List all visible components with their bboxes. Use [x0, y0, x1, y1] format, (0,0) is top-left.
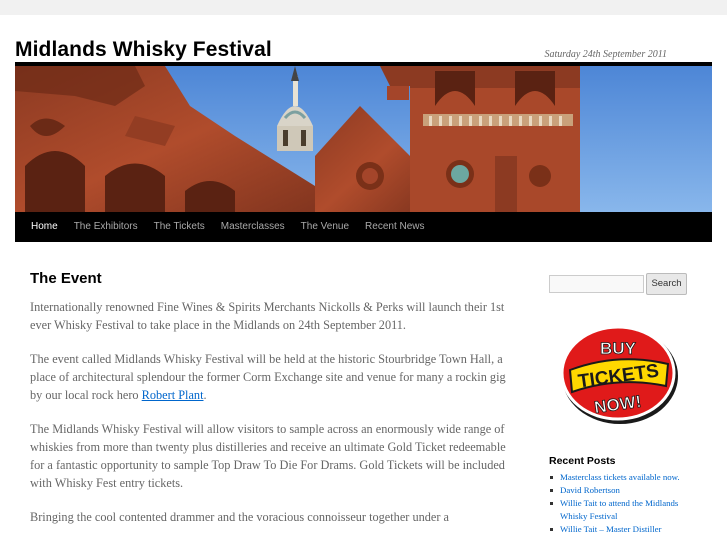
robert-plant-link[interactable]: Robert Plant	[142, 388, 204, 402]
nav-item-tickets[interactable]: The Tickets	[146, 212, 213, 242]
article-heading: The Event	[30, 270, 102, 287]
article-paragraph: The event called Midlands Whisky Festiva…	[30, 350, 515, 404]
buy-text: BUY	[600, 339, 637, 358]
buy-tickets-badge[interactable]: BUY TICKETS NOW!	[556, 322, 684, 426]
article-paragraph: The Midlands Whisky Festival will allow …	[30, 422, 506, 490]
nav-item-exhibitors[interactable]: The Exhibitors	[66, 212, 146, 242]
article-text: The event called Midlands Whisky Festiva…	[30, 352, 506, 402]
nav-item-home[interactable]: Home	[23, 212, 66, 242]
article-paragraph: Bringing the cool contented drammer and …	[30, 510, 449, 524]
town-hall-photo	[15, 66, 712, 216]
recent-post-link[interactable]: Willie Tait to attend the Midlands Whisk…	[549, 497, 699, 523]
site-title[interactable]: Midlands Whisky Festival	[15, 38, 272, 62]
nav-item-recent-news[interactable]: Recent News	[357, 212, 432, 242]
article-text: .	[203, 388, 207, 402]
main-content: The Event Internationally renowned Fine …	[30, 270, 515, 542]
nav-item-masterclasses[interactable]: Masterclasses	[213, 212, 293, 242]
recent-post-link[interactable]: Willie Tait – Master Distiller	[549, 523, 699, 536]
recent-posts-title: Recent Posts	[549, 455, 616, 467]
recent-posts-widget: Recent Posts Masterclass tickets availab…	[549, 455, 699, 536]
main-navigation: Home The Exhibitors The Tickets Mastercl…	[15, 212, 712, 242]
header-banner-image	[15, 62, 712, 216]
search-button[interactable]: Search	[646, 273, 687, 295]
recent-post-link[interactable]: Masterclass tickets available now.	[549, 471, 699, 484]
buy-tickets-now-graphic: BUY TICKETS NOW!	[560, 325, 678, 424]
article-paragraph: Internationally renowned Fine Wines & Sp…	[30, 300, 505, 332]
search-input[interactable]	[549, 275, 644, 293]
article-body: Internationally renowned Fine Wines & Sp…	[30, 298, 515, 526]
recent-post-link[interactable]: David Robertson	[549, 484, 699, 497]
site-description-date: Saturday 24th September 2011	[544, 49, 667, 60]
nav-item-venue[interactable]: The Venue	[293, 212, 357, 242]
